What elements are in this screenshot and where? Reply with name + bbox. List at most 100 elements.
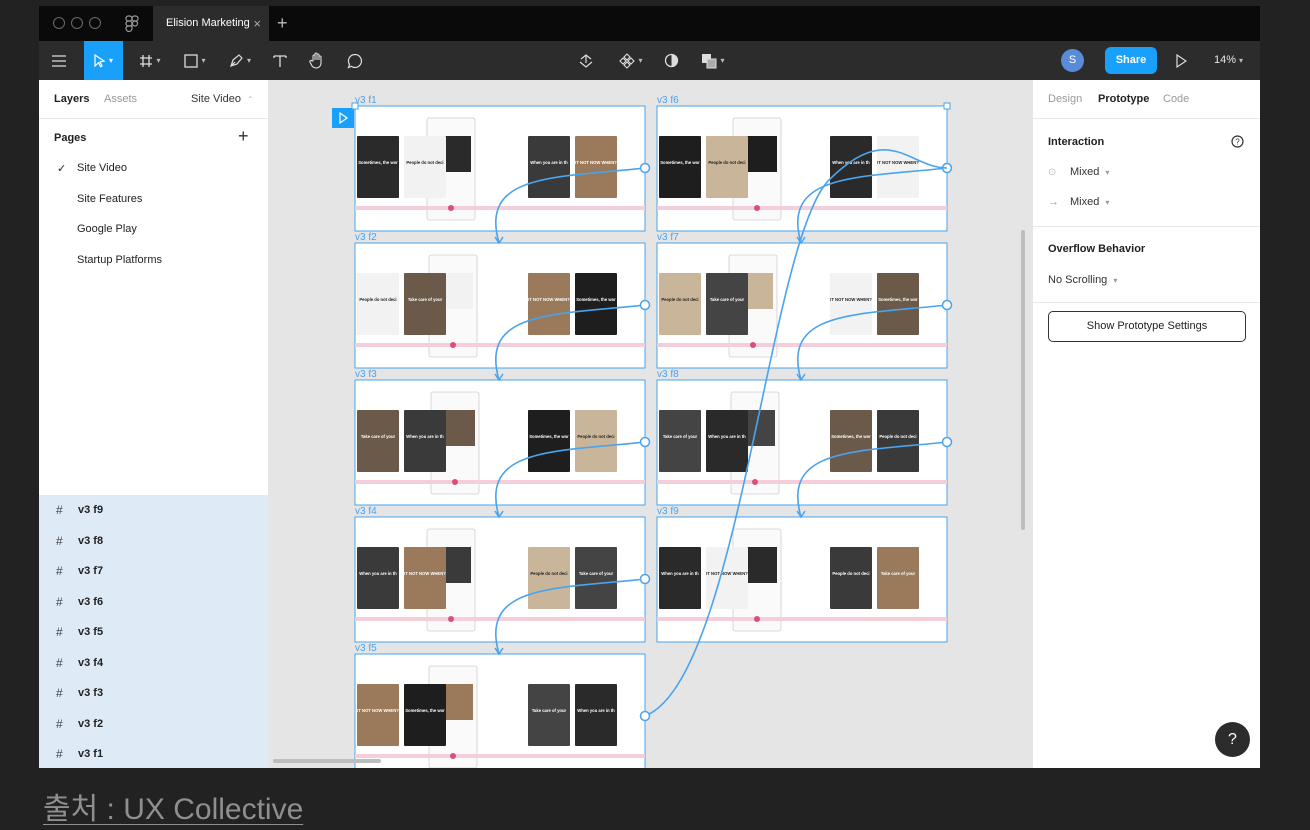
layer-name: v3 f3 (78, 687, 104, 699)
tab-design[interactable]: Design (1048, 93, 1082, 105)
card-text: IT NOT NOW WHEN? (404, 571, 446, 576)
frame-v3-f6[interactable]: v3 f6 Sometimes, the wor People do not dec… (656, 95, 948, 232)
zoom-dropdown[interactable]: 14% ▾ (1214, 41, 1243, 80)
frame-icon: # (56, 595, 63, 609)
page-item-site-video[interactable]: Site Video (77, 162, 127, 174)
progress-dot (450, 753, 456, 759)
show-prototype-settings-button[interactable]: Show Prototype Settings (1048, 311, 1246, 342)
progress-track (355, 343, 645, 347)
move-tool-button[interactable]: ▾ (84, 41, 123, 80)
maximize-window-icon[interactable] (89, 17, 101, 29)
pen-tool-button[interactable]: ▾ (221, 41, 259, 80)
hand-tool-icon[interactable] (305, 41, 329, 80)
card-text: When you are in th (530, 160, 568, 165)
tab-prototype[interactable]: Prototype (1098, 93, 1149, 105)
selection-handle (351, 102, 359, 110)
frame-icon: # (56, 534, 63, 548)
frame-label[interactable]: v3 f4 (355, 506, 377, 517)
add-page-icon[interactable]: + (238, 126, 249, 147)
boolean-operation-icon[interactable]: ▾ (696, 41, 730, 80)
page-item-site-features[interactable]: Site Features (77, 193, 142, 205)
main-menu-icon[interactable] (45, 41, 73, 80)
horizontal-scrollbar (273, 759, 381, 763)
connection-start-dot (639, 573, 651, 585)
progress-dot (452, 479, 458, 485)
user-avatar[interactable]: S (1061, 49, 1084, 72)
layer-item[interactable]: # v3 f3 (39, 678, 268, 708)
progress-track (355, 617, 645, 621)
comment-tool-icon[interactable] (343, 41, 367, 80)
layer-item[interactable]: # v3 f8 (39, 526, 268, 556)
frame-label[interactable]: v3 f5 (355, 643, 377, 654)
carousel-card (575, 684, 617, 746)
interaction-trigger-row[interactable]: ⊙ Mixed ▾ (1048, 166, 1109, 178)
carousel-card (575, 410, 617, 472)
frame-label[interactable]: v3 f8 (657, 369, 679, 380)
tab-assets[interactable]: Assets (104, 93, 137, 105)
frame-v3-f3[interactable]: v3 f3 Take care of your When you are in t… (354, 369, 646, 506)
help-circle-icon[interactable]: ? (1231, 135, 1244, 148)
carousel-card (528, 684, 570, 746)
carousel-card (404, 273, 446, 335)
carousel-card (877, 547, 919, 609)
mask-icon[interactable] (659, 41, 683, 80)
frame-v3-f7[interactable]: v3 f7 People do not deci Take care of your… (656, 232, 948, 369)
frame-label[interactable]: v3 f7 (657, 232, 679, 243)
layer-item[interactable]: # v3 f5 (39, 617, 268, 647)
present-play-icon[interactable] (1169, 41, 1193, 80)
layer-item[interactable]: # v3 f1 (39, 739, 268, 768)
close-window-icon[interactable] (53, 17, 65, 29)
tab-layers[interactable]: Layers (54, 93, 89, 105)
canvas[interactable]: v3 f1 Sometimes, the wor People do not dec… (269, 80, 1032, 768)
component-icon[interactable]: ▾ (614, 41, 648, 80)
layer-item[interactable]: # v3 f9 (39, 495, 268, 525)
card-text: People do not deci (708, 160, 745, 165)
card-text: Take care of your (710, 297, 745, 302)
interaction-action-row[interactable]: → Mixed ▾ (1048, 196, 1109, 208)
carousel-card (575, 136, 617, 198)
card-text: People do not deci (879, 434, 916, 439)
frame-v3-f9[interactable]: v3 f9 When you are in th IT NOT NOW WHEN? P… (656, 506, 948, 643)
share-button[interactable]: Share (1105, 47, 1157, 74)
card-text: Sometimes, the wor (405, 708, 445, 713)
canvas-frames[interactable]: v3 f1Sometimes, the wor People do not dec… (269, 80, 1032, 768)
close-tab-icon[interactable]: × (253, 6, 261, 41)
frame-label[interactable]: v3 f2 (355, 232, 377, 243)
layer-item[interactable]: # v3 f6 (39, 587, 268, 617)
progress-dot (754, 616, 760, 622)
frame-v3-f5[interactable]: v3 f5 IT NOT NOW WHEN? Sometimes, the wor T… (354, 643, 646, 768)
frame-v3-f1[interactable]: v3 f1Sometimes, the wor People do not dec… (354, 95, 646, 232)
play-start-icon[interactable] (332, 108, 354, 128)
connection-start-dot (639, 299, 651, 311)
new-tab-icon[interactable]: + (277, 13, 288, 34)
frame-v3-f8[interactable]: v3 f8 Take care of your When you are in t… (656, 369, 948, 506)
page-item-startup-platforms[interactable]: Startup Platforms (77, 254, 162, 266)
text-tool-icon[interactable] (268, 41, 292, 80)
page-item-google-play[interactable]: Google Play (77, 223, 137, 235)
page-selector[interactable]: Site Video ⌃ (191, 93, 254, 105)
file-tab[interactable]: Elision Marketing × (153, 6, 269, 41)
go-to-main-component-icon[interactable] (574, 41, 598, 80)
overflow-dropdown[interactable]: No Scrolling ▾ (1048, 274, 1117, 286)
shape-tool-button[interactable]: ▾ (176, 41, 214, 80)
frame-icon: # (56, 564, 63, 578)
frame-label[interactable]: v3 f6 (657, 95, 679, 106)
help-button[interactable]: ? (1215, 722, 1250, 757)
carousel-card (357, 684, 399, 746)
frame-tool-button[interactable]: ▾ (131, 41, 169, 80)
figma-logo-icon[interactable] (125, 15, 139, 33)
frame-v3-f2[interactable]: v3 f2 People do not deci Take care of your… (354, 232, 646, 369)
card-text: When you are in th (406, 434, 444, 439)
frame-label[interactable]: v3 f9 (657, 506, 679, 517)
card-text: Sometimes, the wor (878, 297, 918, 302)
minimize-window-icon[interactable] (71, 17, 83, 29)
zoom-level: 14% (1214, 54, 1237, 66)
layer-item[interactable]: # v3 f4 (39, 648, 268, 678)
tab-code[interactable]: Code (1163, 93, 1189, 105)
frame-label[interactable]: v3 f3 (355, 369, 377, 380)
layer-item[interactable]: # v3 f2 (39, 709, 268, 739)
frame-v3-f4[interactable]: v3 f4 When you are in th IT NOT NOW WHEN? P… (354, 506, 646, 643)
layer-name: v3 f5 (78, 626, 104, 638)
layer-item[interactable]: # v3 f7 (39, 556, 268, 586)
carousel-card (830, 410, 872, 472)
